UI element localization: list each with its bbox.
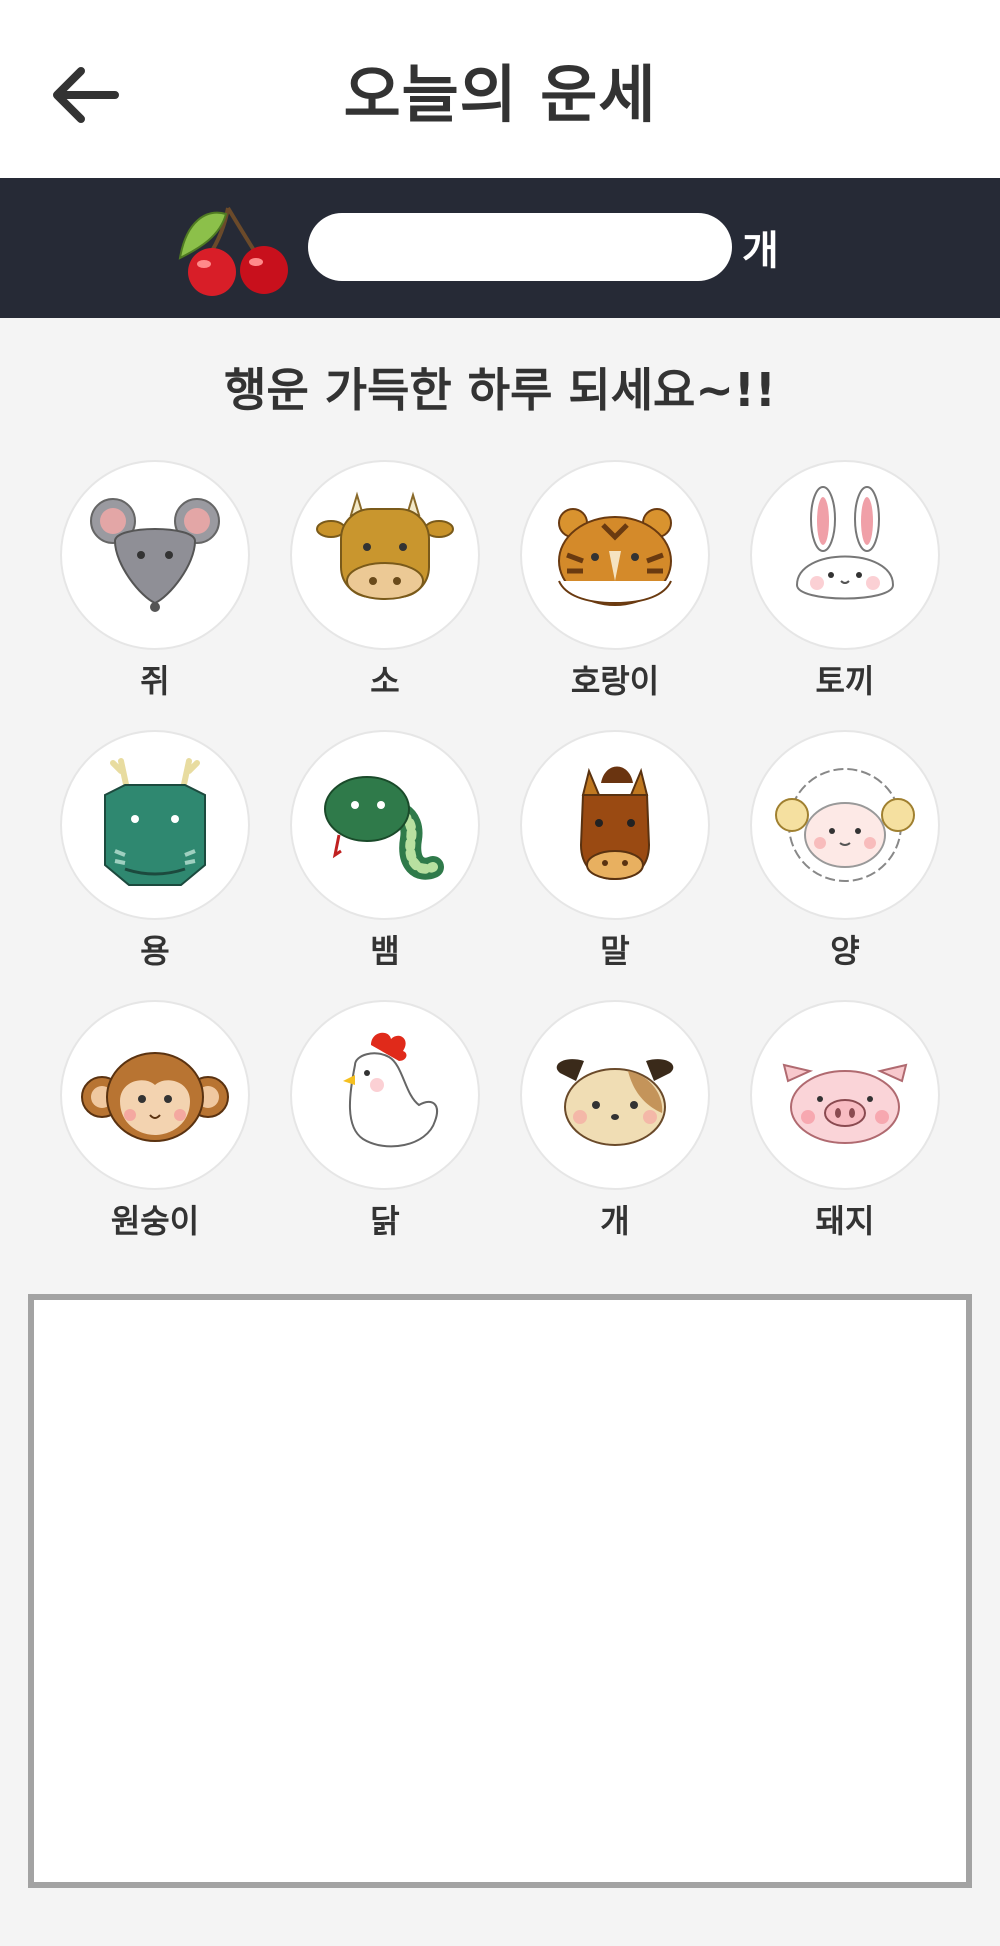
zodiac-monkey[interactable]: 원숭이 — [60, 1000, 250, 1250]
zodiac-dog[interactable]: 개 — [520, 1000, 710, 1250]
zodiac-label: 양 — [830, 932, 860, 970]
zodiac-sheep[interactable]: 양 — [750, 730, 940, 980]
zodiac-label: 뱀 — [370, 932, 400, 970]
zodiac-pig[interactable]: 돼지 — [750, 1000, 940, 1250]
rabbit-icon — [795, 486, 895, 600]
zodiac-sheep-circle — [750, 730, 940, 920]
zodiac-rooster[interactable]: 닭 — [290, 1000, 480, 1250]
top-app-bar: 오늘의 운세 — [0, 0, 1000, 178]
zodiac-rooster-circle — [290, 1000, 480, 1190]
tiger-icon — [558, 508, 672, 606]
zodiac-tiger-circle — [520, 460, 710, 650]
zodiac-label: 개 — [600, 1202, 630, 1240]
zodiac-label: 소 — [370, 662, 400, 700]
zodiac-rat-circle — [60, 460, 250, 650]
points-field[interactable] — [308, 213, 732, 281]
zodiac-monkey-circle — [60, 1000, 250, 1190]
zodiac-label: 돼지 — [815, 1202, 875, 1240]
zodiac-ox[interactable]: 소 — [290, 460, 480, 710]
zodiac-snake-circle — [290, 730, 480, 920]
zodiac-dragon[interactable]: 용 — [60, 730, 250, 980]
zodiac-snake[interactable]: 뱀 — [290, 730, 480, 980]
snake-icon — [324, 776, 444, 880]
dog-icon — [556, 1059, 674, 1146]
cherry-icon — [178, 206, 288, 296]
zodiac-horse[interactable]: 말 — [520, 730, 710, 980]
zodiac-dragon-circle — [60, 730, 250, 920]
sheep-icon — [775, 768, 915, 882]
zodiac-label: 쥐 — [140, 662, 170, 700]
horse-icon — [579, 766, 651, 881]
points-unit-label: 개 — [742, 228, 779, 274]
zodiac-tiger[interactable]: 호랑이 — [520, 460, 710, 710]
ox-icon — [316, 491, 454, 600]
zodiac-rabbit-circle — [750, 460, 940, 650]
zodiac-label: 원숭이 — [110, 1202, 200, 1240]
greeting-text: 행운 가득한 하루 되세요~!! — [224, 363, 776, 417]
rooster-icon — [343, 1032, 438, 1148]
dragon-icon — [104, 758, 206, 886]
zodiac-label: 말 — [600, 932, 630, 970]
rat-icon — [90, 498, 220, 612]
zodiac-ox-circle — [290, 460, 480, 650]
zodiac-label: 닭 — [370, 1202, 400, 1240]
zodiac-pig-circle — [750, 1000, 940, 1190]
zodiac-rabbit[interactable]: 토끼 — [750, 460, 940, 710]
zodiac-label: 호랑이 — [570, 662, 660, 700]
pig-icon — [782, 1063, 908, 1144]
points-bar: 개 — [0, 178, 1000, 318]
zodiac-rat[interactable]: 쥐 — [60, 460, 250, 710]
page-title: 오늘의 운세 — [343, 58, 657, 131]
zodiac-dog-circle — [520, 1000, 710, 1190]
monkey-icon — [81, 1052, 229, 1142]
fortune-result-box — [28, 1294, 972, 1888]
zodiac-label: 용 — [140, 932, 170, 970]
zodiac-label: 토끼 — [815, 662, 875, 700]
zodiac-horse-circle — [520, 730, 710, 920]
